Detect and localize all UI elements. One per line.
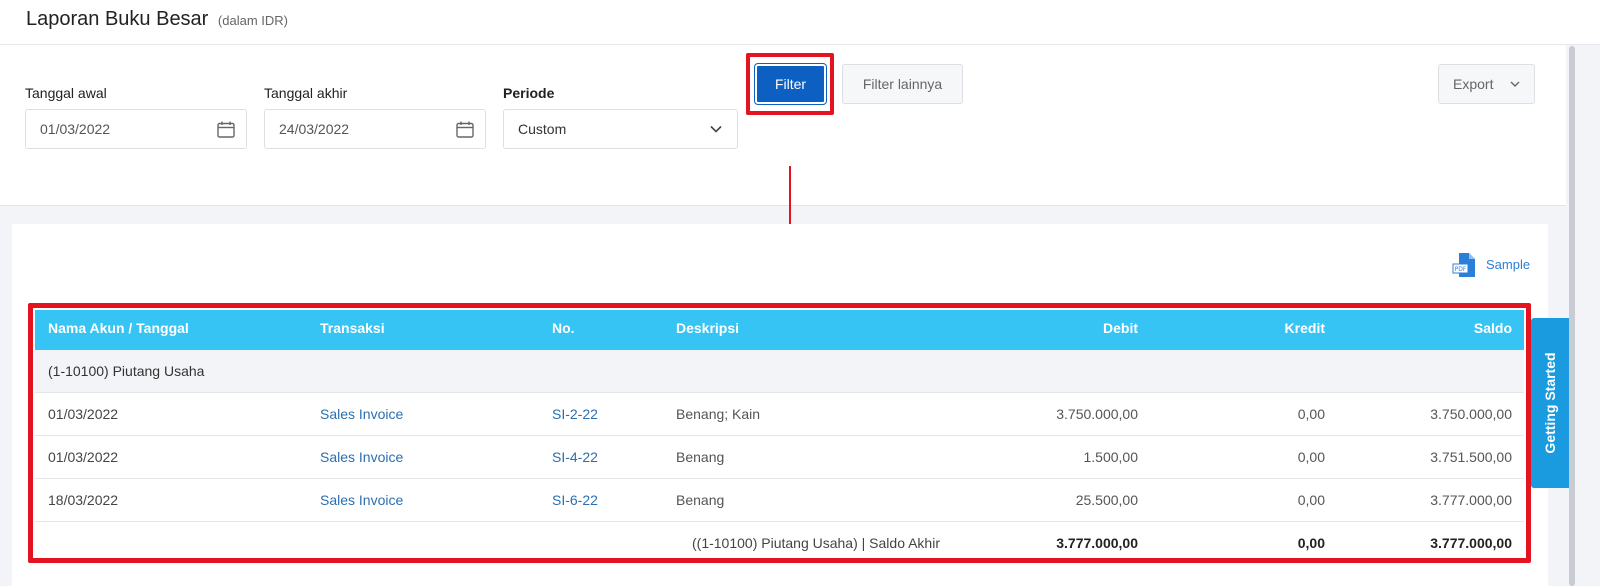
scrollbar-thumb[interactable] <box>1569 46 1575 586</box>
total-debit: 3.777.000,00 <box>1056 535 1138 551</box>
row-date: 01/03/2022 <box>48 406 119 422</box>
end-date-label: Tanggal akhir <box>264 85 348 101</box>
column-header-balance[interactable]: Saldo <box>1474 320 1512 336</box>
row-number-link[interactable]: SI-2-22 <box>552 406 598 422</box>
getting-started-label: Getting Started <box>1542 352 1558 454</box>
row-number-link[interactable]: SI-4-22 <box>552 449 598 465</box>
page-header: Laporan Buku Besar (dalam IDR) <box>0 0 1600 45</box>
row-debit: 1.500,00 <box>1083 449 1139 465</box>
column-header-debit[interactable]: Debit <box>1103 320 1138 336</box>
row-date: 01/03/2022 <box>48 449 119 465</box>
start-date-label: Tanggal awal <box>25 85 107 101</box>
table-row: 18/03/2022 Sales Invoice SI-6-22 Benang … <box>35 479 1524 522</box>
period-label: Periode <box>503 85 555 101</box>
row-description: Benang <box>676 449 725 465</box>
chevron-down-icon <box>710 125 722 133</box>
table-header: Nama Akun / Tanggal Transaksi No. Deskri… <box>35 310 1524 350</box>
account-group-row: (1-10100) Piutang Usaha <box>35 350 1524 393</box>
end-date-value: 24/03/2022 <box>279 121 350 137</box>
row-date: 18/03/2022 <box>48 492 119 508</box>
total-row: ((1-10100) Piutang Usaha) | Saldo Akhir … <box>35 522 1524 556</box>
filter-button[interactable]: Filter <box>755 64 826 104</box>
row-debit: 3.750.000,00 <box>1056 406 1138 422</box>
table-row: 01/03/2022 Sales Invoice SI-2-22 Benang;… <box>35 393 1524 436</box>
start-date-value: 01/03/2022 <box>40 121 111 137</box>
row-transaction-link[interactable]: Sales Invoice <box>320 449 403 465</box>
row-description: Benang; Kain <box>676 406 761 422</box>
calendar-icon[interactable] <box>217 121 235 138</box>
page-subtitle: (dalam IDR) <box>217 13 288 28</box>
row-credit: 0,00 <box>1297 449 1325 465</box>
calendar-icon[interactable] <box>456 121 474 138</box>
column-header-credit[interactable]: Kredit <box>1285 320 1325 336</box>
page-title-text: Laporan Buku Besar <box>26 8 209 30</box>
column-header-description[interactable]: Deskripsi <box>676 320 739 336</box>
row-transaction-link[interactable]: Sales Invoice <box>320 492 403 508</box>
chevron-down-icon <box>1510 81 1520 87</box>
period-value: Custom <box>518 121 567 137</box>
column-header-number[interactable]: No. <box>552 320 575 336</box>
row-credit: 0,00 <box>1297 406 1325 422</box>
row-credit: 0,00 <box>1297 492 1325 508</box>
period-select[interactable]: Custom <box>503 109 738 149</box>
row-transaction-link[interactable]: Sales Invoice <box>320 406 403 422</box>
row-number-link[interactable]: SI-6-22 <box>552 492 598 508</box>
sample-link-label: Sample <box>1486 257 1531 272</box>
pdf-icon: PDF <box>1452 253 1475 277</box>
table-row: 01/03/2022 Sales Invoice SI-4-22 Benang … <box>35 436 1524 479</box>
export-button-label: Export <box>1453 76 1494 92</box>
column-header-transaction[interactable]: Transaksi <box>320 320 385 336</box>
row-debit: 25.500,00 <box>1075 492 1138 508</box>
total-credit: 0,00 <box>1297 535 1325 551</box>
row-description: Benang <box>676 492 725 508</box>
getting-started-tab[interactable]: Getting Started <box>1531 318 1569 488</box>
start-date-field[interactable]: 01/03/2022 <box>25 109 247 149</box>
account-group-name: (1-10100) Piutang Usaha <box>48 363 205 379</box>
row-balance: 3.750.000,00 <box>1430 406 1512 422</box>
end-date-field[interactable]: 24/03/2022 <box>264 109 486 149</box>
total-label: ((1-10100) Piutang Usaha) | Saldo Akhir <box>692 535 940 551</box>
page-title: Laporan Buku Besar (dalam IDR) <box>26 8 288 31</box>
svg-text:PDF: PDF <box>1455 266 1467 273</box>
column-header-account-date[interactable]: Nama Akun / Tanggal <box>48 320 189 336</box>
row-balance: 3.777.000,00 <box>1430 492 1512 508</box>
more-filters-button[interactable]: Filter lainnya <box>842 64 963 104</box>
export-button[interactable]: Export <box>1438 64 1535 104</box>
ledger-table: Nama Akun / Tanggal Transaksi No. Deskri… <box>35 310 1524 556</box>
total-balance: 3.777.000,00 <box>1430 535 1512 551</box>
row-balance: 3.751.500,00 <box>1430 449 1512 465</box>
